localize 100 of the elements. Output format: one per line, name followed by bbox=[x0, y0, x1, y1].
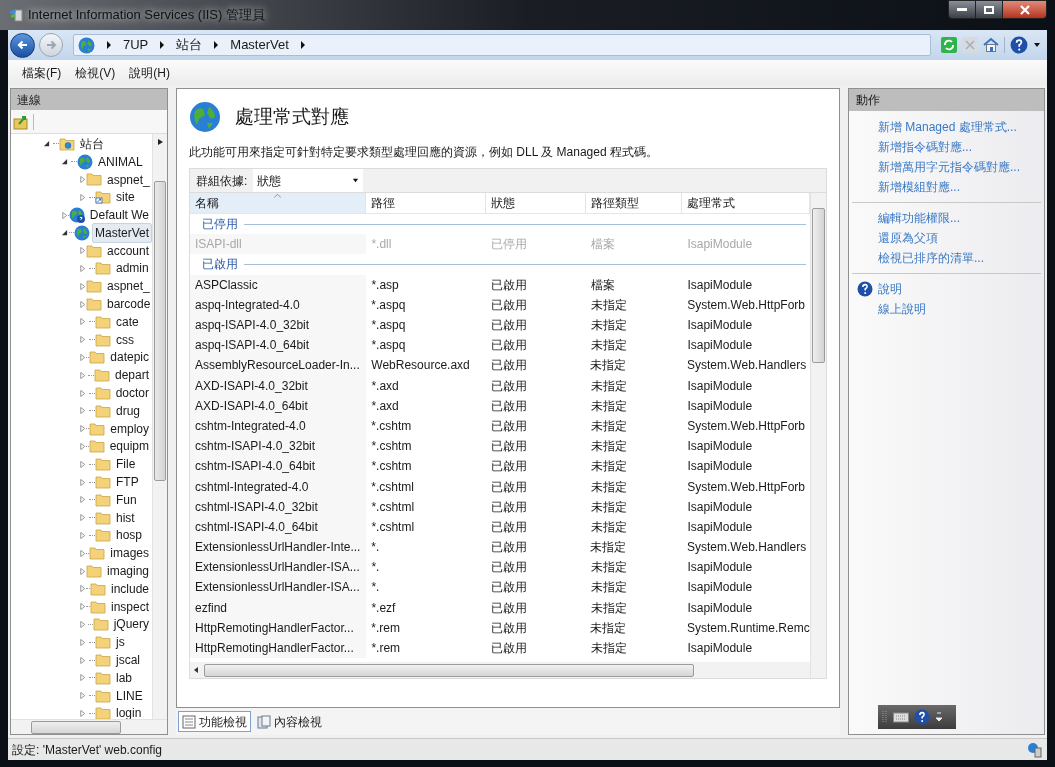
table-cell-text: *.rem bbox=[370, 640, 402, 658]
table-cell-text: 已啟用 bbox=[490, 579, 529, 597]
action-link[interactable]: 新增模組對應... bbox=[878, 178, 960, 196]
action-link[interactable]: 還原為父項 bbox=[878, 229, 938, 247]
table-cell-text: *. bbox=[370, 579, 381, 597]
table-cell: aspq-ISAPI-4.0_32bit bbox=[190, 314, 367, 336]
table-cell-text: 未指定 bbox=[589, 559, 628, 577]
table-cell-text: 已啟用 bbox=[489, 417, 528, 435]
table-cell-text: 未指定 bbox=[589, 397, 628, 415]
tree-item[interactable]: jQuery bbox=[110, 614, 152, 635]
table-cell-text: *.ezf bbox=[370, 599, 397, 617]
table-cell-text: *.cshtm bbox=[370, 417, 413, 435]
breadcrumb-item[interactable]: 站台 bbox=[176, 35, 203, 55]
table-cell-text: 未指定 bbox=[589, 640, 628, 658]
menu-item[interactable]: 檢視(V) bbox=[75, 63, 116, 82]
action-link[interactable]: 新增萬用字元指令碼對應... bbox=[878, 158, 1020, 176]
tree-item[interactable]: ANIMAL bbox=[95, 151, 146, 172]
table-cell-text: IsapiModule bbox=[686, 498, 754, 516]
tree-item[interactable]: LINE bbox=[113, 685, 146, 706]
table-cell-text: 未指定 bbox=[589, 357, 628, 375]
table-cell: AXD-ISAPI-4.0_32bit bbox=[190, 375, 367, 396]
table-cell-text: 未指定 bbox=[589, 317, 628, 335]
tree-item[interactable]: equipm bbox=[106, 436, 152, 457]
table-cell-text: *.aspq bbox=[370, 296, 407, 314]
table-cell: cshtm-ISAPI-4.0_32bit bbox=[190, 436, 367, 457]
table-cell-text: IsapiModule bbox=[686, 337, 754, 355]
column-header[interactable]: 名稱 bbox=[190, 193, 367, 213]
table-cell: ASPClassic bbox=[190, 274, 367, 295]
action-link[interactable]: 編輯功能權限... bbox=[878, 209, 960, 227]
table-cell-text: 已啟用 bbox=[490, 438, 529, 456]
table-cell-text: IsapiModule bbox=[686, 640, 754, 658]
table-cell-text: 已啟用 bbox=[490, 397, 529, 415]
view-tab[interactable]: 功能檢視 bbox=[178, 711, 251, 732]
table-cell-text: 未指定 bbox=[589, 518, 628, 536]
table-cell-text: *.aspq bbox=[370, 317, 407, 335]
table-cell-text: 未指定 bbox=[589, 539, 628, 557]
tree-item[interactable]: depart bbox=[111, 365, 152, 386]
menu-item[interactable]: 說明(H) bbox=[129, 63, 170, 82]
status-text: 設定: 'MasterVet' web.config bbox=[12, 741, 162, 759]
action-link[interactable]: 檢視已排序的清單... bbox=[878, 249, 984, 267]
table-cell-text: 已啟用 bbox=[489, 539, 528, 557]
tree-item[interactable]: aspnet_ bbox=[104, 276, 152, 297]
tree-item[interactable]: File bbox=[113, 454, 139, 475]
table-cell: cshtm-ISAPI-4.0_64bit bbox=[190, 456, 367, 477]
breadcrumb-item[interactable]: 7UP bbox=[123, 35, 149, 55]
group-by-dropdown[interactable]: 狀態 bbox=[253, 169, 364, 192]
table-cell-text: IsapiModule bbox=[686, 397, 754, 415]
table-cell-text: *.dll bbox=[370, 236, 393, 254]
breadcrumb-item[interactable]: MasterVet bbox=[230, 35, 289, 55]
tree-item[interactable]: lab bbox=[113, 667, 135, 688]
action-link[interactable]: 新增 Managed 處理常式... bbox=[878, 118, 1017, 136]
table-cell: aspq-ISAPI-4.0_64bit bbox=[190, 335, 367, 356]
table-cell-text: 已啟用 bbox=[489, 478, 528, 496]
table-cell-text: *.rem bbox=[370, 619, 401, 637]
tree-item[interactable]: js bbox=[113, 632, 128, 653]
panel-title: 連線 bbox=[11, 89, 167, 110]
tree-item[interactable]: login bbox=[113, 703, 145, 719]
tree-item[interactable]: MasterVet bbox=[91, 222, 152, 243]
tree-item[interactable]: css bbox=[113, 329, 137, 350]
table-cell-text: IsapiModule bbox=[686, 236, 754, 254]
group-by-label: 群組依據: bbox=[195, 172, 249, 190]
tree-item[interactable]: images bbox=[107, 543, 152, 564]
tree-item[interactable]: aspnet_ bbox=[104, 169, 152, 190]
menu-item[interactable]: 檔案(F) bbox=[22, 63, 62, 82]
action-link[interactable]: 線上說明 bbox=[878, 300, 926, 318]
table-cell-text: 已啟用 bbox=[490, 518, 529, 536]
table-cell-text: System.Web.Handlers bbox=[686, 539, 808, 557]
table-cell-text: 未指定 bbox=[589, 377, 628, 395]
table-cell-text: 已啟用 bbox=[490, 317, 529, 335]
feature-title: 處理常式對應 bbox=[235, 104, 349, 129]
table-cell-text: 已停用 bbox=[490, 236, 529, 254]
table-cell: AXD-ISAPI-4.0_64bit bbox=[190, 395, 367, 416]
tree-item[interactable]: hosp bbox=[113, 525, 146, 546]
table-cell-text: 未指定 bbox=[589, 498, 628, 516]
tree-item[interactable]: 站台 bbox=[77, 134, 107, 154]
table-cell-text: 未指定 bbox=[589, 619, 628, 637]
table-cell-text: 未指定 bbox=[589, 458, 628, 476]
table-cell-text: 未指定 bbox=[589, 478, 628, 496]
table-cell-text: IsapiModule bbox=[686, 599, 754, 617]
tree-item[interactable]: admin bbox=[113, 258, 152, 279]
table-cell: cshtm-Integrated-4.0 bbox=[190, 415, 367, 437]
table-cell: aspq-Integrated-4.0 bbox=[190, 294, 367, 315]
action-link[interactable]: 說明 bbox=[878, 280, 902, 298]
table-cell-text: 未指定 bbox=[589, 337, 628, 355]
table-cell-text: IsapiModule bbox=[686, 438, 754, 456]
table-cell-text: *. bbox=[370, 539, 381, 557]
table-cell-text: 未指定 bbox=[589, 579, 628, 597]
table-cell: ExtensionlessUrlHandler-ISA... bbox=[190, 577, 367, 598]
tree-item[interactable]: account bbox=[104, 240, 152, 261]
table-cell: ExtensionlessUrlHandler-ISA... bbox=[190, 557, 367, 578]
tree-item[interactable]: datepic bbox=[107, 347, 152, 368]
tree-item[interactable]: inspect bbox=[107, 596, 152, 617]
tree-item[interactable]: employ bbox=[107, 418, 152, 439]
address-bar[interactable]: 7UP 站台 MasterVet bbox=[73, 34, 931, 56]
action-link[interactable]: 新增指令碼對應... bbox=[878, 138, 972, 156]
table-cell-text: *. bbox=[370, 559, 381, 577]
tree-item[interactable]: site bbox=[113, 187, 138, 208]
tree-item[interactable]: hist bbox=[113, 507, 138, 528]
tree-item[interactable]: jscal bbox=[113, 650, 143, 670]
view-tab[interactable]: 內容檢視 bbox=[253, 711, 326, 732]
